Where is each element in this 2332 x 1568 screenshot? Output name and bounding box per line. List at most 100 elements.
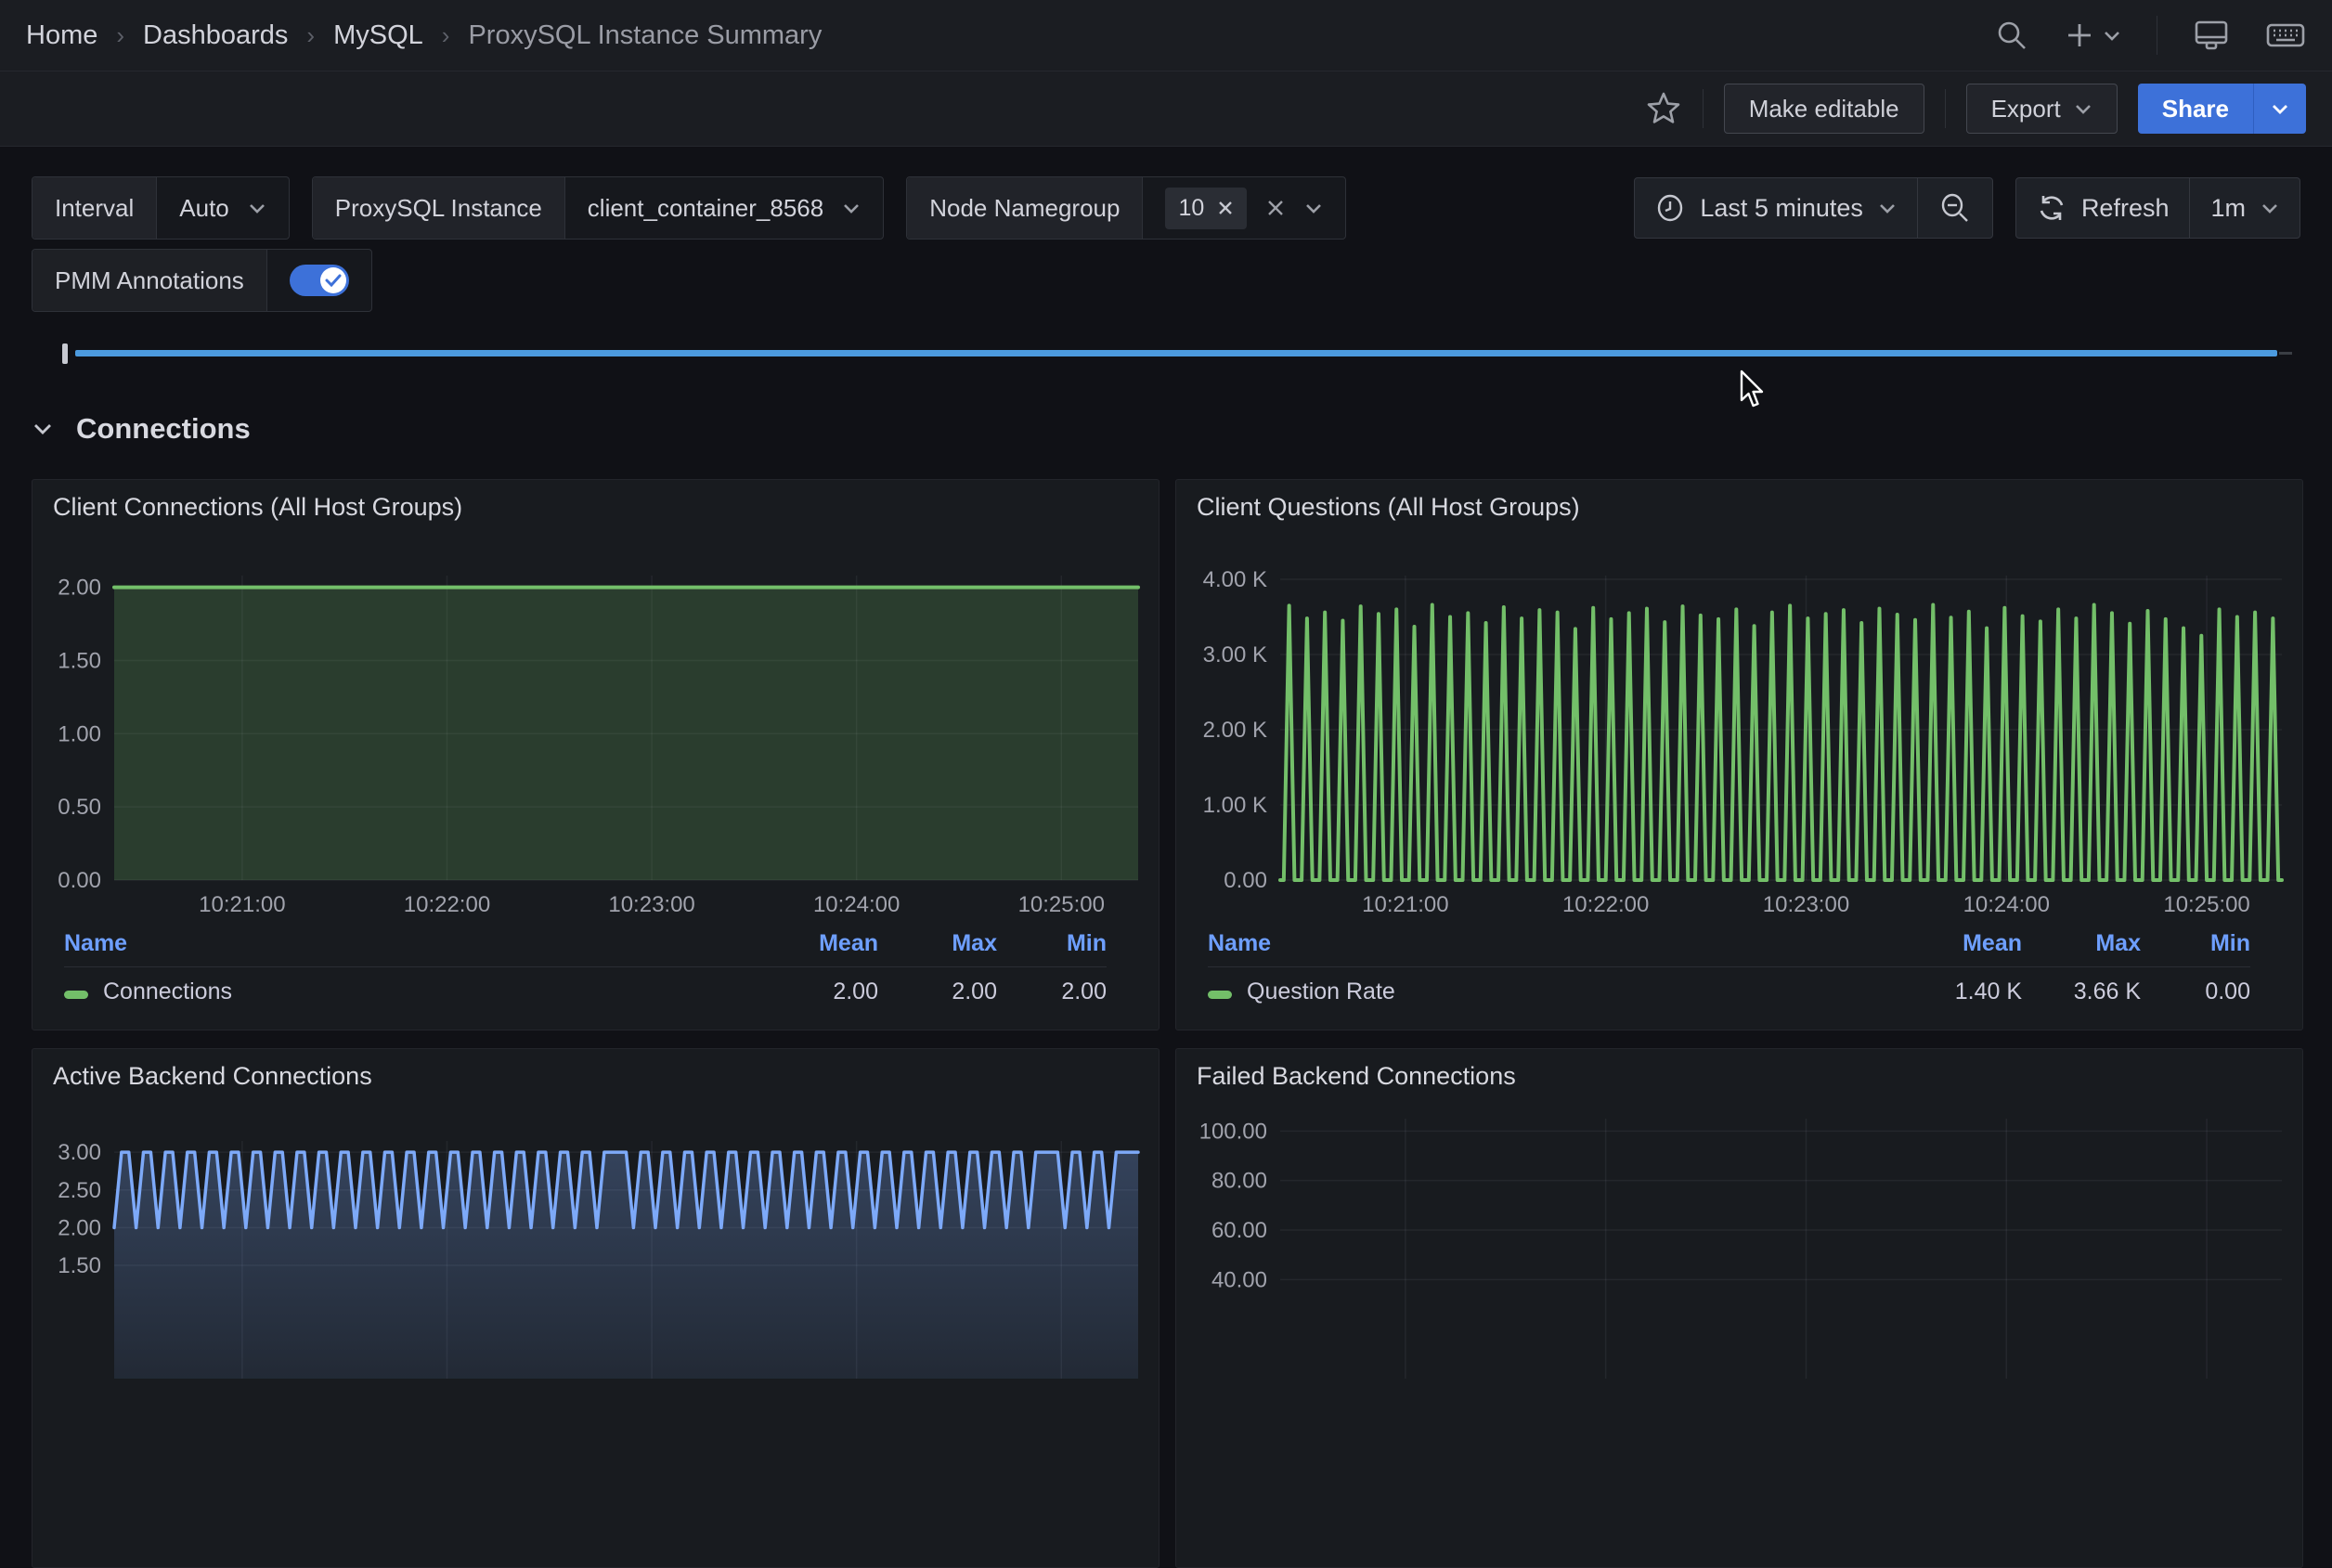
legend-row: Connections 2.00 2.00 2.00 <box>64 966 1107 1017</box>
panel-failed-backend-connections: Failed Backend Connections 100.0080.0060… <box>1175 1048 2303 1568</box>
breadcrumb-separator: › <box>116 21 124 50</box>
y-axis-tick-label: 2.00 K <box>1203 718 1267 743</box>
y-axis-tick-label: 1.00 K <box>1203 793 1267 818</box>
proxysql-instance-label: ProxySQL Instance <box>313 177 565 239</box>
panel-grid: Client Connections (All Host Groups) 2.0… <box>32 479 2300 1568</box>
node-namegroup-variable: Node Namegroup 10 <box>906 176 1346 240</box>
star-icon <box>1645 90 1682 127</box>
keyboard-shortcuts-button[interactable] <box>2265 19 2306 51</box>
legend-col-max[interactable]: Max <box>878 930 997 957</box>
x-axis-tick-label: 10:21:00 <box>199 892 285 917</box>
panel-client-connections: Client Connections (All Host Groups) 2.0… <box>32 479 1160 1030</box>
refresh-group: Refresh 1m <box>2015 177 2300 239</box>
x-axis-tick-label: 10:25:00 <box>2163 892 2249 917</box>
pmm-annotations-toggle[interactable] <box>290 265 349 296</box>
legend-col-mean[interactable]: Mean <box>739 930 878 957</box>
annotation-track-stub <box>2279 352 2292 355</box>
legend-col-name[interactable]: Name <box>1208 930 1883 957</box>
legend-col-name[interactable]: Name <box>64 930 739 957</box>
namegroup-chip: 10 <box>1165 188 1247 229</box>
legend-header: Name Mean Max Min <box>1208 927 2250 966</box>
interval-label: Interval <box>32 177 157 239</box>
toggle-knob <box>320 267 346 293</box>
panel-active-backend-connections: Active Backend Connections 3.002.502.001… <box>32 1048 1160 1568</box>
export-label: Export <box>1991 95 2061 123</box>
y-axis-tick-label: 60.00 <box>1211 1218 1267 1243</box>
refresh-icon <box>2037 193 2066 223</box>
legend: Name Mean Max Min Connections 2.00 2.00 … <box>47 921 1144 1017</box>
x-axis-tick-label: 10:22:00 <box>1562 892 1649 917</box>
y-axis-tick-label: 3.00 <box>58 1140 101 1165</box>
legend-series[interactable]: Connections <box>64 978 739 1005</box>
chevron-down-icon <box>2261 201 2279 214</box>
interval-variable: Interval Auto <box>32 176 290 240</box>
legend-row: Question Rate 1.40 K 3.66 K 0.00 <box>1208 966 2250 1017</box>
legend-col-max[interactable]: Max <box>2022 930 2141 957</box>
series-fill <box>114 588 1138 880</box>
plus-icon <box>2064 19 2095 51</box>
chevron-down-icon <box>1304 201 1323 214</box>
client-questions-chart: 4.00 K3.00 K2.00 K1.00 K0.0010:21:0010:2… <box>1191 538 2287 921</box>
refresh-button[interactable]: Refresh <box>2016 178 2190 238</box>
legend-col-min[interactable]: Min <box>997 930 1107 957</box>
check-icon <box>325 274 342 287</box>
chevron-down-icon <box>1878 201 1897 214</box>
close-icon[interactable] <box>1217 200 1234 216</box>
x-axis-tick-label: 10:22:00 <box>404 892 490 917</box>
variables-row: Interval Auto ProxySQL Instance client_c… <box>32 176 2300 240</box>
pmm-annotations-label: PMM Annotations <box>32 250 267 311</box>
y-axis-tick-label: 2.50 <box>58 1178 101 1203</box>
y-axis-tick-label: 2.00 <box>58 1215 101 1240</box>
row-connections[interactable]: Connections <box>32 407 2300 451</box>
proxysql-instance-select[interactable]: client_container_8568 <box>565 177 883 239</box>
make-editable-button[interactable]: Make editable <box>1724 84 1924 134</box>
legend-col-mean[interactable]: Mean <box>1883 930 2022 957</box>
search-button[interactable] <box>1995 19 2028 52</box>
node-namegroup-select[interactable]: 10 <box>1143 177 1345 239</box>
y-axis-tick-label: 0.00 <box>1224 868 1267 893</box>
refresh-interval-select[interactable]: 1m <box>2189 178 2300 238</box>
export-button[interactable]: Export <box>1966 84 2118 134</box>
new-dashboard-button[interactable] <box>2064 19 2121 51</box>
legend: Name Mean Max Min Question Rate 1.40 K 3… <box>1191 921 2287 1017</box>
legend-col-min[interactable]: Min <box>2141 930 2250 957</box>
client-connections-svg: 2.001.501.000.500.0010:21:0010:22:0010:2… <box>47 538 1146 921</box>
favorite-button[interactable] <box>1645 90 1682 127</box>
y-axis-tick-label: 1.00 <box>58 721 101 746</box>
kiosk-mode-button[interactable] <box>2193 18 2230 53</box>
panel-title[interactable]: Client Questions (All Host Groups) <box>1197 493 2287 522</box>
time-picker-group: Last 5 minutes <box>1634 177 1993 239</box>
series-color-marker <box>1208 991 1232 999</box>
breadcrumb-home[interactable]: Home <box>26 20 97 51</box>
breadcrumb: Home › Dashboards › MySQL › ProxySQL Ins… <box>26 20 822 51</box>
clear-all-icon[interactable] <box>1265 198 1286 218</box>
zoom-out-time-button[interactable] <box>1917 178 1992 238</box>
top-nav: Home › Dashboards › MySQL › ProxySQL Ins… <box>0 0 2332 71</box>
time-range-picker[interactable]: Last 5 minutes <box>1635 178 1917 238</box>
interval-select[interactable]: Auto <box>157 177 289 239</box>
breadcrumb-dashboards[interactable]: Dashboards <box>143 20 288 51</box>
annotations-row: PMM Annotations <box>32 249 2300 312</box>
breadcrumb-mysql[interactable]: MySQL <box>333 20 423 51</box>
legend-mean-value: 1.40 K <box>1883 978 2022 1005</box>
proxysql-instance-variable: ProxySQL Instance client_container_8568 <box>312 176 884 240</box>
x-axis-tick-label: 10:24:00 <box>1963 892 2050 917</box>
x-axis-tick-label: 10:21:00 <box>1362 892 1448 917</box>
panel-title[interactable]: Active Backend Connections <box>53 1062 1144 1091</box>
panel-title[interactable]: Failed Backend Connections <box>1197 1062 2287 1091</box>
share-split-button: Share <box>2138 84 2306 134</box>
panel-title[interactable]: Client Connections (All Host Groups) <box>53 493 1144 522</box>
series-color-marker <box>64 991 88 999</box>
share-menu-button[interactable] <box>2253 84 2306 134</box>
pmm-annotations-control: PMM Annotations <box>32 249 372 312</box>
share-button[interactable]: Share <box>2138 84 2253 134</box>
chevron-down-icon <box>2271 102 2289 115</box>
y-axis-tick-label: 40.00 <box>1211 1267 1267 1292</box>
x-axis-tick-label: 10:25:00 <box>1018 892 1105 917</box>
x-axis-tick-label: 10:23:00 <box>1763 892 1849 917</box>
legend-series[interactable]: Question Rate <box>1208 978 1883 1005</box>
y-axis-tick-label: 100.00 <box>1199 1119 1267 1144</box>
failed-backend-connections-chart: 100.0080.0060.0040.00 <box>1191 1108 2287 1379</box>
legend-min-value: 0.00 <box>2141 978 2250 1005</box>
chevron-down-icon <box>32 421 54 436</box>
